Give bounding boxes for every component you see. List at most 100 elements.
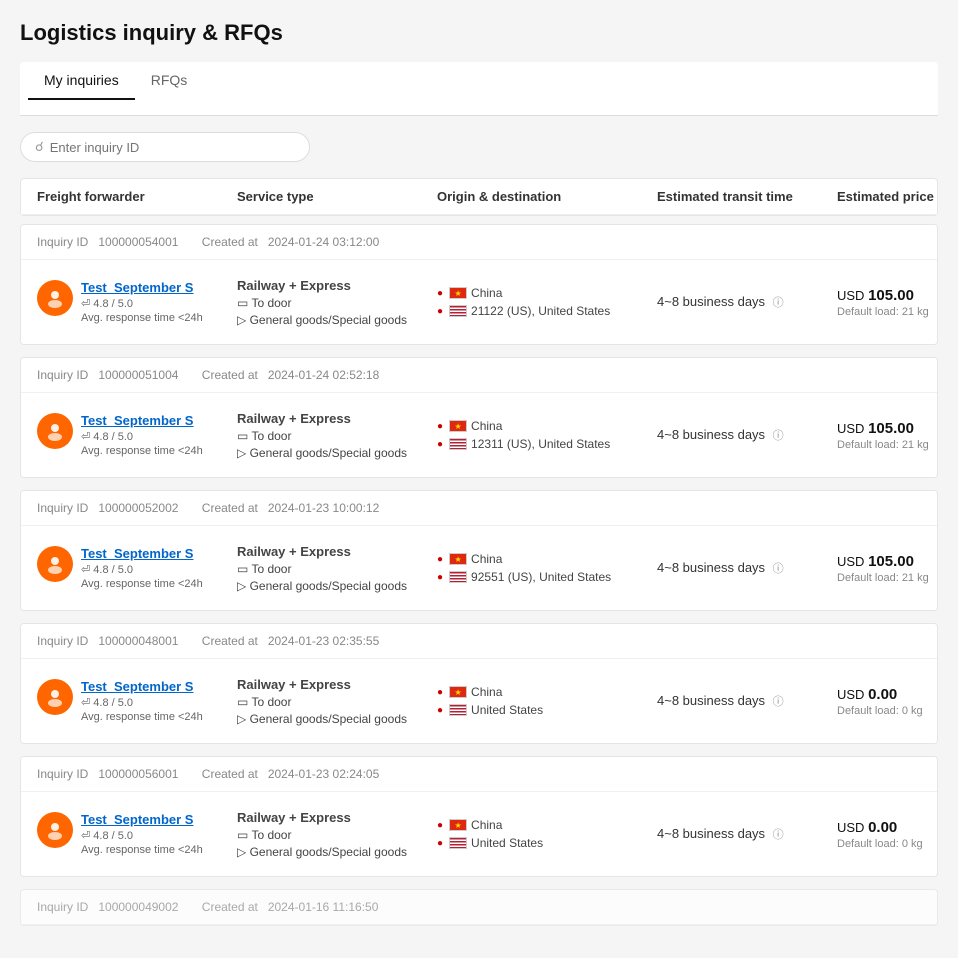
- origin-dot-1: ●: [437, 421, 443, 432]
- page-title: Logistics inquiry & RFQs: [20, 20, 938, 46]
- search-icon: ☌: [35, 139, 44, 155]
- dest-dot-1: ●: [437, 439, 443, 450]
- inquiry-row-1: Test_September S ⏎ 4.8 / 5.0 Avg. respon…: [21, 393, 937, 477]
- created-at-4: Created at 2024-01-23 02:24:05: [202, 767, 379, 781]
- transit-info-icon-4[interactable]: ⓘ: [773, 829, 784, 841]
- price-info-3: USD 0.00 Default load: 0 kg: [837, 686, 938, 717]
- service-goods-4: ▷ General goods/Special goods: [237, 845, 437, 859]
- service-goods-2: ▷ General goods/Special goods: [237, 579, 437, 593]
- origin-dot-0: ●: [437, 288, 443, 299]
- service-main-2: Railway + Express: [237, 544, 437, 559]
- inquiry-meta-1: Inquiry ID 100000051004 Created at 2024-…: [21, 358, 937, 393]
- price-info-0: USD 105.00 Default load: 21 kg: [837, 287, 938, 318]
- ff-avatar-1: [37, 413, 73, 449]
- ff-details-0: Test_September S ⏎ 4.8 / 5.0 Avg. respon…: [81, 280, 203, 324]
- price-load-0: Default load: 21 kg: [837, 306, 938, 318]
- inquiry-group: Inquiry ID 100000052002 Created at 2024-…: [20, 490, 938, 611]
- transit-info-icon-0[interactable]: ⓘ: [773, 297, 784, 309]
- ff-avatar-4: [37, 812, 73, 848]
- dest-row-2: ● 92551 (US), United States: [437, 570, 657, 584]
- inquiry-row-0: Test_September S ⏎ 4.8 / 5.0 Avg. respon…: [21, 260, 937, 344]
- transit-0: 4~8 business days ⓘ: [657, 294, 837, 310]
- inquiry-group: Inquiry ID 100000048001 Created at 2024-…: [20, 623, 938, 744]
- ff-info-0: Test_September S ⏎ 4.8 / 5.0 Avg. respon…: [37, 280, 237, 324]
- ff-rating-2: ⏎ 4.8 / 5.0: [81, 563, 203, 576]
- origin-text-2: China: [471, 552, 502, 566]
- transit-info-icon-2[interactable]: ⓘ: [773, 563, 784, 575]
- ff-name-0[interactable]: Test_September S: [81, 280, 203, 295]
- header-service-type: Service type: [237, 189, 437, 204]
- header-estimated-price: Estimated price: [837, 189, 958, 204]
- ff-name-2[interactable]: Test_September S: [81, 546, 203, 561]
- dest-dot-4: ●: [437, 838, 443, 849]
- service-door-2: ▭ To door: [237, 562, 437, 576]
- ff-response-0: Avg. response time <24h: [81, 312, 203, 324]
- table-header-row: Freight forwarder Service type Origin & …: [21, 179, 937, 215]
- inquiry-id-label-partial: Inquiry ID 100000049002: [37, 900, 178, 914]
- ff-info-4: Test_September S ⏎ 4.8 / 5.0 Avg. respon…: [37, 812, 237, 856]
- inquiry-meta-4: Inquiry ID 100000056001 Created at 2024-…: [21, 757, 937, 792]
- service-door-1: ▭ To door: [237, 429, 437, 443]
- origin-row-3: ● ★ China: [437, 685, 657, 699]
- origin-dot-4: ●: [437, 820, 443, 831]
- origin-text-1: China: [471, 419, 502, 433]
- service-door-0: ▭ To door: [237, 296, 437, 310]
- transit-info-icon-1[interactable]: ⓘ: [773, 430, 784, 442]
- header-origin-destination: Origin & destination: [437, 189, 657, 204]
- origin-dest-2: ● ★ China ● 92551 (US), United States: [437, 552, 657, 584]
- ff-avatar-0: [37, 280, 73, 316]
- currency-3: USD: [837, 687, 868, 702]
- ff-details-1: Test_September S ⏎ 4.8 / 5.0 Avg. respon…: [81, 413, 203, 457]
- header-freight-forwarder: Freight forwarder: [37, 189, 237, 204]
- price-amount-1: USD 105.00: [837, 420, 938, 437]
- tabs-row: My inquiries RFQs: [24, 62, 934, 99]
- origin-dot-3: ●: [437, 687, 443, 698]
- created-at-2: Created at 2024-01-23 10:00:12: [202, 501, 379, 515]
- ff-name-1[interactable]: Test_September S: [81, 413, 203, 428]
- transit-2: 4~8 business days ⓘ: [657, 560, 837, 576]
- ff-details-3: Test_September S ⏎ 4.8 / 5.0 Avg. respon…: [81, 679, 203, 723]
- dest-text-3: United States: [471, 703, 543, 717]
- ff-details-4: Test_September S ⏎ 4.8 / 5.0 Avg. respon…: [81, 812, 203, 856]
- dest-text-2: 92551 (US), United States: [471, 570, 611, 584]
- price-amount-4: USD 0.00: [837, 819, 938, 836]
- origin-row-4: ● ★ China: [437, 818, 657, 832]
- service-main-4: Railway + Express: [237, 810, 437, 825]
- ff-name-4[interactable]: Test_September S: [81, 812, 203, 827]
- inquiry-group: Inquiry ID 100000054001 Created at 2024-…: [20, 224, 938, 345]
- price-load-3: Default load: 0 kg: [837, 705, 938, 717]
- ff-info-1: Test_September S ⏎ 4.8 / 5.0 Avg. respon…: [37, 413, 237, 457]
- origin-dest-4: ● ★ China ● United States: [437, 818, 657, 850]
- inquiry-meta-partial: Inquiry ID 100000049002 Created at 2024-…: [21, 890, 937, 925]
- tabs-container: My inquiries RFQs: [20, 62, 938, 116]
- page-container: Logistics inquiry & RFQs My inquiries RF…: [0, 0, 958, 958]
- inquiry-row-3: Test_September S ⏎ 4.8 / 5.0 Avg. respon…: [21, 659, 937, 743]
- ff-rating-3: ⏎ 4.8 / 5.0: [81, 696, 203, 709]
- price-load-1: Default load: 21 kg: [837, 439, 938, 451]
- price-amount-3: USD 0.00: [837, 686, 938, 703]
- header-estimated-transit: Estimated transit time: [657, 189, 837, 204]
- origin-text-3: China: [471, 685, 502, 699]
- tab-my-inquiries[interactable]: My inquiries: [28, 62, 135, 100]
- origin-row-0: ● ★ China: [437, 286, 657, 300]
- service-type-0: Railway + Express ▭ To door ▷ General go…: [237, 278, 437, 327]
- dest-dot-2: ●: [437, 572, 443, 583]
- tab-rfqs[interactable]: RFQs: [135, 62, 204, 100]
- origin-text-4: China: [471, 818, 502, 832]
- ff-response-3: Avg. response time <24h: [81, 711, 203, 723]
- price-info-2: USD 105.00 Default load: 21 kg: [837, 553, 938, 584]
- origin-dest-1: ● ★ China ● 12311 (US), United States: [437, 419, 657, 451]
- dest-dot-0: ●: [437, 306, 443, 317]
- inquiry-meta-2: Inquiry ID 100000052002 Created at 2024-…: [21, 491, 937, 526]
- service-goods-1: ▷ General goods/Special goods: [237, 446, 437, 460]
- search-input[interactable]: [50, 140, 295, 155]
- ff-name-3[interactable]: Test_September S: [81, 679, 203, 694]
- transit-info-icon-3[interactable]: ⓘ: [773, 696, 784, 708]
- dest-text-4: United States: [471, 836, 543, 850]
- ff-details-2: Test_September S ⏎ 4.8 / 5.0 Avg. respon…: [81, 546, 203, 590]
- dest-row-0: ● 21122 (US), United States: [437, 304, 657, 318]
- search-container: ☌: [20, 132, 310, 162]
- service-type-2: Railway + Express ▭ To door ▷ General go…: [237, 544, 437, 593]
- dest-text-0: 21122 (US), United States: [471, 304, 610, 318]
- origin-dot-2: ●: [437, 554, 443, 565]
